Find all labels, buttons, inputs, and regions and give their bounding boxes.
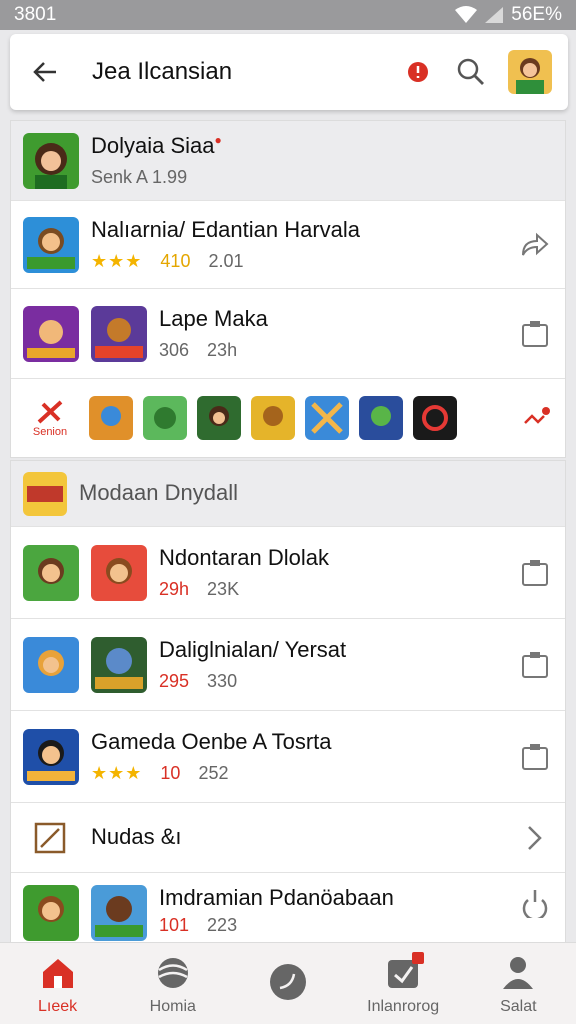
status-icons: 56E%: [455, 4, 562, 26]
nudes-row[interactable]: Nudas &ı: [11, 803, 565, 873]
pin-flag-icon: [37, 400, 63, 424]
list-item-title: Lape Maka: [159, 305, 268, 331]
list-item-score: 295: [159, 671, 190, 692]
list-item-score: 101: [159, 915, 190, 936]
list-item-extra: 2.01: [208, 251, 244, 272]
clipboard-icon[interactable]: [517, 647, 553, 683]
list-item-extra: 223: [207, 915, 238, 936]
bottom-tab-bar: Lıeek Homia Inlanrorog Salat: [0, 942, 576, 1024]
tab-chat[interactable]: [238, 961, 338, 1007]
list-item-title: Imdramian Pdanöabaan: [159, 885, 394, 910]
list-item-score: 10: [160, 763, 181, 784]
game-thumb: [23, 636, 79, 693]
list-item[interactable]: Ndontaran Dlolak 29h 23K: [11, 527, 565, 619]
list-item[interactable]: Gameda Oenbe A Tosrta ★★★ 10 252: [11, 711, 565, 803]
tab-label: Salat: [500, 997, 537, 1015]
tab-notifications[interactable]: Inlanrorog: [353, 951, 453, 1016]
share-out-icon[interactable]: [517, 885, 553, 921]
game-icon[interactable]: [197, 396, 241, 440]
list-item[interactable]: Imdramian Pdanöabaan 101 223: [11, 873, 565, 943]
game-icon[interactable]: [413, 396, 457, 440]
strip-label: Senion: [32, 426, 68, 438]
badge-dot: ●: [214, 132, 222, 147]
game-thumb: [91, 885, 147, 941]
location-pin-icon[interactable]: [406, 60, 430, 84]
list-item-title: Ndontaran Dlolak: [159, 544, 329, 570]
game-icon[interactable]: [251, 396, 295, 440]
game-thumb: [91, 636, 147, 693]
results-panel-one: Dolyaia Siaa● Senk A 1.99 Nalıarnia/ Eda…: [10, 120, 566, 458]
list-item-extra: 252: [198, 763, 229, 784]
search-icon[interactable]: [454, 55, 488, 89]
list-item[interactable]: Lape Maka 306 23h: [11, 289, 565, 379]
game-icon[interactable]: [305, 396, 349, 440]
list-item-score: 29h: [159, 579, 190, 600]
search-query[interactable]: Jea Ilcansian: [92, 58, 406, 86]
strip-label-group[interactable]: Senion: [21, 398, 79, 438]
chevron-right-icon[interactable]: [517, 820, 553, 856]
game-thumb: [23, 305, 79, 362]
map-route-icon[interactable]: [519, 400, 555, 436]
person-icon: [497, 952, 539, 994]
star-rating: ★★★: [91, 251, 143, 272]
list-item-extra: 23K: [207, 579, 240, 600]
notification-badge: [412, 951, 425, 964]
game-thumb: [91, 305, 147, 362]
list-item-extra: 330: [207, 671, 238, 692]
notification-icon: [382, 951, 425, 994]
list-item-title: Gameda Oenbe A Tosrta: [91, 728, 332, 754]
game-thumb: [23, 216, 79, 273]
clipboard-icon[interactable]: [517, 316, 553, 352]
back-arrow-icon[interactable]: [30, 57, 60, 87]
tab-games[interactable]: Homia: [123, 952, 223, 1016]
battery-level: 56E%: [511, 4, 562, 25]
clipboard-icon[interactable]: [517, 739, 553, 775]
star-rating: ★★★: [91, 763, 143, 784]
nudes-row-label: Nudas &ı: [91, 824, 182, 850]
game-icon[interactable]: [89, 396, 133, 440]
list-item-score: 410: [160, 251, 191, 272]
share-icon[interactable]: [517, 227, 553, 263]
top-card-subtitle: Senk A 1.99: [91, 167, 188, 188]
game-thumb: [23, 885, 79, 941]
top-card-title: Dolyaia Siaa●: [91, 132, 222, 158]
chat-bubble-icon: [267, 961, 309, 1003]
signal-icon: [485, 7, 504, 23]
top-card-thumb: [23, 132, 79, 189]
game-icon[interactable]: [359, 396, 403, 440]
list-item-title: Nalıarnia/ Edantian Harvala: [91, 216, 361, 242]
tab-profile[interactable]: Salat: [468, 952, 568, 1016]
top-card[interactable]: Dolyaia Siaa● Senk A 1.99: [11, 121, 565, 201]
section-two-title: Modaan Dnydall: [79, 480, 238, 506]
home-icon: [37, 952, 79, 994]
tab-label: Homia: [149, 997, 196, 1015]
list-item[interactable]: Nalıarnia/ Edantian Harvala ★★★ 410 2.01: [11, 201, 565, 289]
wifi-icon: [455, 6, 478, 23]
tab-label: Inlanrorog: [367, 997, 440, 1015]
tab-label: Lıeek: [38, 997, 78, 1015]
edit-box-icon: [34, 822, 66, 853]
game-thumb: [91, 544, 147, 601]
section-two-thumb: [23, 471, 67, 516]
globe-icon: [152, 952, 194, 994]
list-item-title: Daliglnialan/ Yersat: [159, 636, 347, 662]
list-item[interactable]: Daliglnialan/ Yersat 295 330: [11, 619, 565, 711]
avatar[interactable]: [508, 50, 552, 94]
list-item-extra: 23h: [207, 340, 238, 361]
results-panel-two: Modaan Dnydall Ndontaran Dlolak 29h 23K …: [10, 460, 566, 944]
section-two-header: Modaan Dnydall: [11, 461, 565, 527]
clipboard-icon[interactable]: [517, 555, 553, 591]
status-time: 3801: [14, 4, 57, 25]
game-thumb: [23, 544, 79, 601]
status-bar: 3801 56E%: [0, 0, 576, 30]
game-thumb: [23, 728, 79, 785]
list-item-score: 306: [159, 340, 190, 361]
tab-home[interactable]: Lıeek: [8, 952, 108, 1016]
icons-strip: Senion: [11, 379, 565, 457]
search-header: Jea Ilcansian: [10, 34, 568, 110]
game-icon[interactable]: [143, 396, 187, 440]
